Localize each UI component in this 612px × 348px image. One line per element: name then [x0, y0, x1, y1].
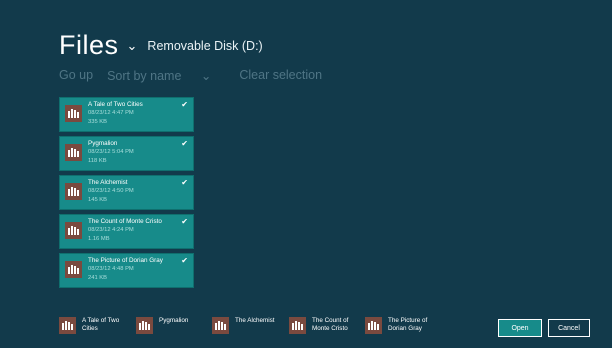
checkmark-icon: ✔ [181, 139, 188, 148]
book-library-icon [65, 105, 82, 122]
book-library-icon [59, 317, 76, 334]
basket-item-label: The Alchemist [235, 317, 275, 324]
command-bar: Go up Sort by name ⌄ Clear selection [59, 68, 336, 83]
file-date: 08/23/12 4:48 PM [88, 266, 134, 272]
basket-item[interactable]: Pygmalion [136, 317, 205, 334]
page-header: Files ⌄ Removable Disk (D:) [59, 30, 263, 70]
basket-item-label: Pygmalion [159, 317, 189, 324]
file-date: 08/23/12 4:47 PM [88, 110, 134, 116]
file-size: 145 KB [88, 197, 108, 203]
file-name: A Tale of Two Cities [88, 101, 143, 108]
checkmark-icon: ✔ [181, 178, 188, 187]
book-library-icon [136, 317, 153, 334]
file-size: 241 KB [88, 275, 108, 281]
page-title: Files [59, 30, 119, 60]
file-name: Pygmalion [88, 140, 118, 147]
basket-item[interactable]: A Tale of Two Cities [59, 317, 128, 334]
book-library-icon [289, 317, 306, 334]
location-selector[interactable]: Removable Disk (D:) [147, 39, 262, 53]
file-tile[interactable]: The Alchemist 08/23/12 4:50 PM 145 KB ✔ [59, 175, 194, 210]
sort-button[interactable]: Sort by name ⌄ [107, 68, 225, 83]
basket-item-label: The Picture of Dorian Gray [388, 317, 428, 332]
chevron-down-icon[interactable]: ⌄ [127, 38, 138, 54]
basket-item[interactable]: The Count of Monte Cristo [289, 317, 358, 334]
file-list: A Tale of Two Cities 08/23/12 4:47 PM 33… [59, 97, 194, 292]
go-up-button[interactable]: Go up [59, 68, 93, 83]
cancel-button[interactable]: Cancel [548, 319, 590, 337]
file-tile[interactable]: Pygmalion 08/23/12 5:04 PM 118 KB ✔ [59, 136, 194, 171]
file-date: 08/23/12 4:24 PM [88, 227, 134, 233]
basket-item[interactable]: The Picture of Dorian Gray [365, 317, 434, 334]
file-size: 1.16 MB [88, 236, 110, 242]
file-date: 08/23/12 4:50 PM [88, 188, 134, 194]
file-date: 08/23/12 5:04 PM [88, 149, 134, 155]
file-name: The Count of Monte Cristo [88, 218, 162, 225]
book-library-icon [65, 144, 82, 161]
clear-selection-button[interactable]: Clear selection [239, 68, 322, 83]
chevron-down-icon: ⌄ [197, 69, 212, 83]
basket-item-label: The Count of Monte Cristo [312, 317, 349, 332]
book-library-icon [65, 261, 82, 278]
book-library-icon [365, 317, 382, 334]
checkmark-icon: ✔ [181, 217, 188, 226]
file-size: 118 KB [88, 158, 107, 164]
file-name: The Alchemist [88, 179, 128, 186]
file-tile[interactable]: A Tale of Two Cities 08/23/12 4:47 PM 33… [59, 97, 194, 132]
checkmark-icon: ✔ [181, 256, 188, 265]
selection-basket: A Tale of Two Cities Pygmalion The Alche… [0, 307, 612, 348]
file-size: 335 KB [88, 119, 108, 125]
checkmark-icon: ✔ [181, 100, 188, 109]
file-tile[interactable]: The Count of Monte Cristo 08/23/12 4:24 … [59, 214, 194, 249]
book-library-icon [65, 222, 82, 239]
book-library-icon [65, 183, 82, 200]
basket-item-label: A Tale of Two Cities [82, 317, 120, 332]
sort-label: Sort by name [107, 69, 182, 83]
file-name: The Picture of Dorian Gray [88, 257, 163, 264]
basket-item[interactable]: The Alchemist [212, 317, 281, 334]
open-button[interactable]: Open [498, 319, 542, 337]
file-tile[interactable]: The Picture of Dorian Gray 08/23/12 4:48… [59, 253, 194, 288]
book-library-icon [212, 317, 229, 334]
